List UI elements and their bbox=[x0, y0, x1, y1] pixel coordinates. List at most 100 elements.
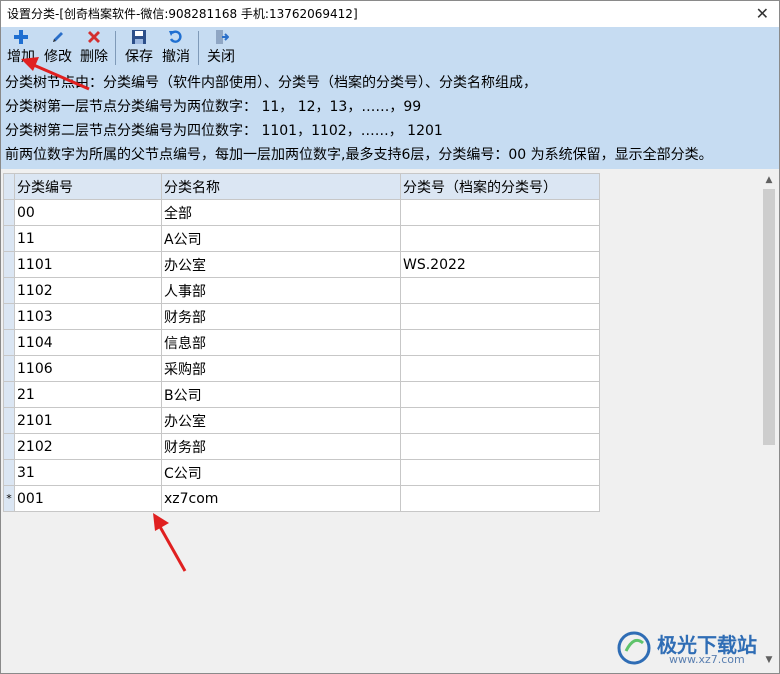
cell-code[interactable]: 1101 bbox=[14, 251, 162, 278]
cell-name[interactable]: 办公室 bbox=[161, 407, 401, 434]
scroll-thumb[interactable] bbox=[763, 189, 775, 445]
table-row[interactable]: 2101 办公室 bbox=[3, 407, 600, 434]
cell-class-no[interactable] bbox=[400, 199, 600, 226]
delete-x-icon bbox=[77, 29, 111, 47]
add-button[interactable]: 增加 bbox=[4, 29, 38, 69]
cell-name[interactable]: xz7com bbox=[161, 485, 401, 512]
undo-button[interactable]: 撤消 bbox=[159, 29, 193, 69]
edit-button[interactable]: 修改 bbox=[41, 29, 75, 69]
info-line: 分类树第一层节点分类编号为两位数字： 11， 12，13，……，99 bbox=[5, 99, 422, 115]
info-line: 分类树第二层节点分类编号为四位数字： 1101，1102，……， 1201 bbox=[5, 123, 443, 139]
exit-door-icon bbox=[204, 29, 238, 47]
table-row[interactable]: 2102 财务部 bbox=[3, 433, 600, 460]
cell-code[interactable]: 1102 bbox=[14, 277, 162, 304]
cell-code[interactable]: 2102 bbox=[14, 433, 162, 460]
cell-class-no[interactable] bbox=[400, 225, 600, 252]
cell-code[interactable]: 001 bbox=[14, 485, 162, 512]
grid-area: 分类编号 分类名称 分类号（档案的分类号） 00 全部 11 A公司 1101 办公室 WS… bbox=[1, 169, 779, 673]
cell-class-no[interactable] bbox=[400, 303, 600, 330]
cell-code[interactable]: 1106 bbox=[14, 355, 162, 382]
row-header[interactable] bbox=[3, 407, 15, 434]
cell-name[interactable]: 采购部 bbox=[161, 355, 401, 382]
edit-label: 修改 bbox=[44, 49, 72, 65]
grid-header-row: 分类编号 分类名称 分类号（档案的分类号） bbox=[3, 173, 600, 200]
info-line: 前两位数字为所属的父节点编号，每加一层加两位数字,最多支持6层，分类编号：00 … bbox=[5, 147, 713, 163]
cell-class-no[interactable]: WS.2022 bbox=[400, 251, 600, 278]
toolbar-separator bbox=[198, 31, 199, 65]
cell-code[interactable]: 31 bbox=[14, 459, 162, 486]
cell-name[interactable]: C公司 bbox=[161, 459, 401, 486]
row-header[interactable] bbox=[3, 225, 15, 252]
table-row[interactable]: 00 全部 bbox=[3, 199, 600, 226]
toolbar-separator bbox=[115, 31, 116, 65]
column-header-name[interactable]: 分类名称 bbox=[161, 173, 401, 200]
delete-button[interactable]: 删除 bbox=[77, 29, 111, 69]
save-label: 保存 bbox=[125, 49, 153, 65]
vertical-scrollbar[interactable]: ▲ ▼ bbox=[761, 173, 777, 667]
column-header-code[interactable]: 分类编号 bbox=[14, 173, 162, 200]
cell-name[interactable]: 财务部 bbox=[161, 433, 401, 460]
cell-class-no[interactable] bbox=[400, 407, 600, 434]
close-icon[interactable]: ✕ bbox=[756, 1, 769, 27]
row-header[interactable] bbox=[3, 199, 15, 226]
cell-name[interactable]: B公司 bbox=[161, 381, 401, 408]
cell-class-no[interactable] bbox=[400, 459, 600, 486]
row-header[interactable] bbox=[3, 303, 15, 330]
row-header[interactable] bbox=[3, 251, 15, 278]
window-title: 设置分类-[创奇档案软件-微信:908281168 手机:13762069412… bbox=[7, 7, 358, 21]
table-row[interactable]: 21 B公司 bbox=[3, 381, 600, 408]
table-row[interactable]: 11 A公司 bbox=[3, 225, 600, 252]
table-row[interactable]: 1101 办公室 WS.2022 bbox=[3, 251, 600, 278]
scroll-up-icon[interactable]: ▲ bbox=[761, 173, 777, 187]
table-row[interactable]: * 001 xz7com bbox=[3, 485, 600, 512]
cell-code[interactable]: 21 bbox=[14, 381, 162, 408]
cell-class-no[interactable] bbox=[400, 329, 600, 356]
table-row[interactable]: 31 C公司 bbox=[3, 459, 600, 486]
cell-class-no[interactable] bbox=[400, 277, 600, 304]
cell-class-no[interactable] bbox=[400, 355, 600, 382]
close-label: 关闭 bbox=[207, 49, 235, 65]
cell-class-no[interactable] bbox=[400, 381, 600, 408]
title-bar: 设置分类-[创奇档案软件-微信:908281168 手机:13762069412… bbox=[1, 1, 779, 27]
cell-class-no[interactable] bbox=[400, 485, 600, 512]
toolbar-area: 增加 修改 删除 保存 撤消 关闭 分类树节点由：分类编号（软件内部使用）、分类… bbox=[1, 27, 779, 169]
cell-code[interactable]: 00 bbox=[14, 199, 162, 226]
row-header[interactable]: * bbox=[3, 485, 15, 512]
settings-window: 设置分类-[创奇档案软件-微信:908281168 手机:13762069412… bbox=[0, 0, 780, 674]
watermark-logo-icon bbox=[617, 631, 651, 665]
cell-code[interactable]: 11 bbox=[14, 225, 162, 252]
cell-name[interactable]: 办公室 bbox=[161, 251, 401, 278]
watermark: 极光下载站 www.xz7.com bbox=[617, 629, 767, 667]
cell-name[interactable]: 财务部 bbox=[161, 303, 401, 330]
save-button[interactable]: 保存 bbox=[122, 29, 156, 69]
cell-name[interactable]: A公司 bbox=[161, 225, 401, 252]
table-row[interactable]: 1102 人事部 bbox=[3, 277, 600, 304]
row-header[interactable] bbox=[3, 381, 15, 408]
pencil-icon bbox=[41, 29, 75, 47]
cell-code[interactable]: 1104 bbox=[14, 329, 162, 356]
undo-icon bbox=[159, 29, 193, 47]
row-header[interactable] bbox=[3, 277, 15, 304]
cell-name[interactable]: 信息部 bbox=[161, 329, 401, 356]
row-header[interactable] bbox=[3, 329, 15, 356]
floppy-disk-icon bbox=[122, 29, 156, 47]
cell-code[interactable]: 1103 bbox=[14, 303, 162, 330]
cell-class-no[interactable] bbox=[400, 433, 600, 460]
row-header[interactable] bbox=[3, 355, 15, 382]
delete-label: 删除 bbox=[80, 49, 108, 65]
watermark-url: www.xz7.com bbox=[669, 653, 745, 666]
row-header[interactable] bbox=[3, 433, 15, 460]
table-row[interactable]: 1106 采购部 bbox=[3, 355, 600, 382]
column-header-class-no[interactable]: 分类号（档案的分类号） bbox=[400, 173, 600, 200]
row-header[interactable] bbox=[3, 459, 15, 486]
info-line: 分类树节点由：分类编号（软件内部使用）、分类号（档案的分类号）、分类名称组成， bbox=[5, 75, 537, 91]
add-label: 增加 bbox=[7, 49, 35, 65]
cell-name[interactable]: 全部 bbox=[161, 199, 401, 226]
table-row[interactable]: 1103 财务部 bbox=[3, 303, 600, 330]
cell-name[interactable]: 人事部 bbox=[161, 277, 401, 304]
close-button[interactable]: 关闭 bbox=[204, 29, 238, 69]
toolbar: 增加 修改 删除 保存 撤消 关闭 bbox=[1, 27, 779, 71]
table-row[interactable]: 1104 信息部 bbox=[3, 329, 600, 356]
plus-icon bbox=[4, 29, 38, 47]
cell-code[interactable]: 2101 bbox=[14, 407, 162, 434]
